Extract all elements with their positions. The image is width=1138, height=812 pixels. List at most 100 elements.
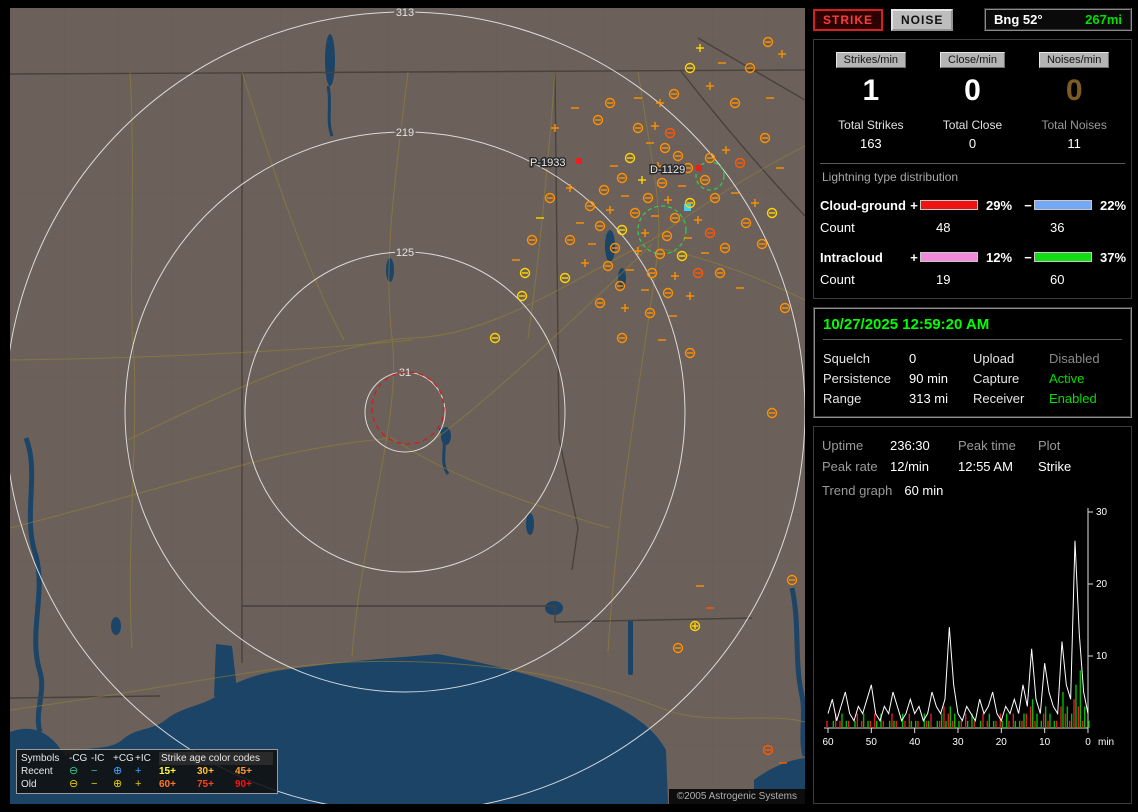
upload-label: Upload: [973, 350, 1015, 366]
svg-text:313: 313: [396, 8, 414, 19]
svg-text:30: 30: [1096, 507, 1108, 518]
legend-cell: ⊖: [69, 765, 79, 777]
datetime-display: 10/27/2025 12:59:20 AM: [823, 314, 1122, 340]
legend-cell: −: [91, 765, 98, 777]
distance-value: 267mi: [1085, 12, 1122, 27]
close-counter: Close/min 0 Total Close 0: [922, 50, 1024, 151]
svg-text:31: 31: [399, 367, 411, 379]
upload-value: Disabled: [1049, 350, 1100, 366]
svg-text:min: min: [1098, 737, 1114, 748]
legend-cell: −: [91, 778, 98, 790]
persistence-value: 90 min: [909, 370, 949, 386]
strikes-counter: Strikes/min 1 Total Strikes 163: [820, 50, 922, 151]
legend-cell: 90+: [235, 779, 252, 790]
legend-cell: Old: [21, 779, 37, 790]
svg-text:D-1129: D-1129: [650, 164, 685, 176]
trend-plot-area: [826, 540, 1090, 728]
ic-positive-percent: 12%: [986, 249, 1013, 265]
receiver-value: Enabled: [1049, 390, 1097, 406]
status-row: Persistence 90 min Capture Active: [823, 368, 1122, 388]
squelch-label: Squelch: [823, 350, 870, 366]
peak-rate-label: Peak rate: [822, 459, 878, 474]
total-close-label: Total Close: [942, 118, 1003, 132]
legend-cell: Recent: [21, 766, 53, 777]
receiver-label: Receiver: [973, 390, 1025, 406]
legend-cell: Symbols: [21, 753, 60, 764]
cloud-ground-count-row: Count 48 36: [820, 216, 1125, 238]
legend-cell: 60+: [159, 779, 176, 790]
svg-text:125: 125: [396, 247, 414, 259]
strikes-per-min-value: 1: [862, 74, 880, 107]
svg-text:20: 20: [996, 737, 1008, 748]
range-value: 313 mi: [909, 390, 949, 406]
legend-cell: +: [135, 765, 142, 777]
map-display[interactable]: 313 219 125 31 P-1933 D-1129: [10, 8, 805, 804]
noises-per-min-value: 0: [1065, 74, 1083, 107]
trend-window-value: 60 min: [904, 483, 944, 498]
legend-cell: 75+: [197, 779, 214, 790]
legend-cell: ⊕: [113, 765, 123, 777]
peak-rate-value: 12/min: [890, 459, 930, 474]
legend-cell: 45+: [235, 766, 252, 777]
minus-sign: −: [1024, 249, 1032, 265]
bearing-range-readout: Bng 52° 267mi: [984, 8, 1132, 31]
legend-cell: -IC: [91, 753, 105, 764]
stats-trend-panel: Uptime 236:30 Peak time Plot Peak rate 1…: [813, 426, 1132, 804]
strikes-per-min-header: Strikes/min: [835, 52, 907, 68]
uptime-value: 236:30: [890, 438, 930, 453]
ic-positive-bar: [920, 252, 978, 262]
legend-cell: 15+: [159, 766, 176, 777]
close-per-min-value: 0: [964, 74, 981, 107]
total-close-value: 0: [968, 136, 977, 151]
lightning-app-window: 313 219 125 31 P-1933 D-1129 Symbols -CG -IC +C…: [0, 0, 1138, 812]
cloud-ground-row: Cloud-ground + 29% − 22%: [820, 194, 1126, 216]
total-strikes-label: Total Strikes: [838, 118, 904, 132]
trend-graph-header: Trend graph 60 min: [822, 483, 1123, 498]
legend-cell: ⊖: [69, 778, 79, 790]
cloud-ground-label: Cloud-ground: [820, 197, 906, 213]
svg-text:40: 40: [909, 737, 921, 748]
peak-time-value: 12:55 AM: [958, 459, 1013, 474]
svg-text:10: 10: [1096, 651, 1108, 662]
copyright-text: ©2005 Astrogenic Systems: [668, 789, 805, 804]
intracloud-count-row: Count 19 60: [820, 268, 1125, 290]
map-legend: Symbols -CG -IC +CG +IC Strike age color code…: [16, 749, 278, 794]
ic-negative-bar: [1034, 252, 1092, 262]
status-panel: 10/27/2025 12:59:20 AM Squelch 0 Upload …: [813, 307, 1132, 418]
legend-cell: +IC: [135, 753, 151, 764]
range-label: Range: [823, 390, 862, 406]
trend-axis-labels: 10 20 30 60 50 40 30 20 10 0 min: [822, 507, 1114, 748]
svg-text:30: 30: [952, 737, 964, 748]
total-noises-value: 11: [1067, 136, 1081, 151]
strike-mode-button[interactable]: STRIKE: [813, 8, 884, 31]
close-per-min-header: Close/min: [940, 52, 1005, 68]
total-noises-label: Total Noises: [1041, 118, 1107, 132]
noises-per-min-header: Noises/min: [1038, 52, 1110, 68]
legend-cell: 30+: [197, 766, 214, 777]
squelch-value: 0: [909, 350, 917, 366]
total-strikes-value: 163: [859, 136, 882, 151]
trend-graph-label: Trend graph: [822, 483, 893, 498]
legend-cell: Strike age color codes: [159, 752, 273, 765]
ic-positive-count: 19: [936, 271, 951, 287]
uptime-label: Uptime: [822, 438, 864, 453]
legend-cell: ⊕: [113, 778, 123, 790]
svg-text:20: 20: [1096, 579, 1108, 590]
legend-cell: +: [135, 778, 142, 790]
divider: [820, 163, 1125, 164]
distribution-title: Lightning type distribution: [822, 170, 959, 184]
stats-row: Peak rate 12/min 12:55 AM Strike: [822, 456, 1123, 477]
plot-value: Strike: [1038, 459, 1072, 474]
map-panel: 313 219 125 31 P-1933 D-1129 Symbols -CG -IC +C…: [10, 8, 805, 804]
persistence-label: Persistence: [823, 370, 891, 386]
cg-positive-bar: [920, 200, 978, 210]
cg-positive-count: 48: [936, 219, 951, 235]
legend-cell: +CG: [113, 753, 134, 764]
ic-negative-percent: 37%: [1100, 249, 1127, 265]
bearing-value: Bng 52°: [994, 12, 1043, 27]
noise-mode-button[interactable]: NOISE: [891, 8, 954, 31]
capture-value: Active: [1049, 370, 1085, 386]
svg-text:60: 60: [822, 737, 834, 748]
intracloud-row: Intracloud + 12% − 37%: [820, 246, 1126, 268]
svg-text:10: 10: [1039, 737, 1051, 748]
